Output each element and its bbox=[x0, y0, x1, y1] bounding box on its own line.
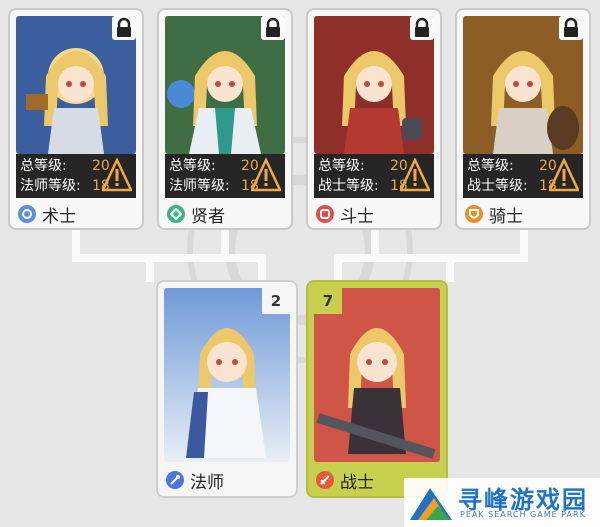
warning-icon bbox=[251, 158, 281, 192]
lock-icon bbox=[559, 16, 583, 40]
sage-level-requirements: 总等级: 20 法师等级: 18 bbox=[165, 154, 285, 198]
mountain-logo-icon bbox=[410, 488, 452, 520]
sage-class-icon bbox=[167, 205, 185, 223]
warlock-class-icon bbox=[18, 205, 36, 223]
class-name: 法师 bbox=[190, 472, 224, 493]
class-name: 骑士 bbox=[489, 206, 523, 227]
class-card-warlock[interactable]: 总等级: 20 法师等级: 18 术士 bbox=[8, 8, 144, 230]
class-card-warrior[interactable]: 7 战士 bbox=[306, 280, 448, 498]
sub-level-label: 法师等级: bbox=[20, 178, 81, 194]
class-card-knight[interactable]: 总等级: 20 战士等级: 18 骑士 bbox=[455, 8, 591, 230]
sub-level-label: 法师等级: bbox=[169, 178, 230, 194]
warrior-portrait bbox=[314, 288, 440, 462]
class-name: 贤者 bbox=[191, 206, 225, 227]
brawler-level-requirements: 总等级: 20 战士等级: 18 bbox=[314, 154, 434, 198]
class-name: 术士 bbox=[42, 206, 76, 227]
knight-class-icon bbox=[465, 205, 483, 223]
class-name: 战士 bbox=[340, 472, 374, 493]
lock-icon bbox=[261, 16, 285, 40]
mage-count-badge: 2 bbox=[262, 288, 290, 314]
total-level-label: 总等级: bbox=[20, 158, 67, 174]
mage-class-icon bbox=[166, 471, 184, 489]
sub-level-label: 战士等级: bbox=[467, 178, 528, 194]
lock-icon bbox=[112, 16, 136, 40]
class-card-mage[interactable]: 2 法师 bbox=[156, 280, 298, 498]
warning-icon bbox=[549, 158, 579, 192]
watermark: 寻峰游戏园 PEAK SEARCH GAME PARK bbox=[404, 478, 600, 527]
sub-level-label: 战士等级: bbox=[318, 178, 379, 194]
class-name: 斗士 bbox=[340, 206, 374, 227]
warning-icon bbox=[400, 158, 430, 192]
total-level-label: 总等级: bbox=[467, 158, 514, 174]
mage-portrait bbox=[164, 288, 290, 462]
knight-level-requirements: 总等级: 20 战士等级: 18 bbox=[463, 154, 583, 198]
warlock-level-requirements: 总等级: 20 法师等级: 18 bbox=[16, 154, 136, 198]
class-card-brawler[interactable]: 总等级: 20 战士等级: 18 斗士 bbox=[306, 8, 442, 230]
lock-icon bbox=[410, 16, 434, 40]
class-card-sage[interactable]: 总等级: 20 法师等级: 18 贤者 bbox=[157, 8, 293, 230]
total-level-label: 总等级: bbox=[318, 158, 365, 174]
brawler-class-icon bbox=[316, 205, 334, 223]
total-level-label: 总等级: bbox=[169, 158, 216, 174]
warning-icon bbox=[102, 158, 132, 192]
warrior-count-badge: 7 bbox=[314, 288, 342, 314]
watermark-subtitle: PEAK SEARCH GAME PARK bbox=[460, 510, 586, 519]
warrior-class-icon bbox=[316, 471, 334, 489]
